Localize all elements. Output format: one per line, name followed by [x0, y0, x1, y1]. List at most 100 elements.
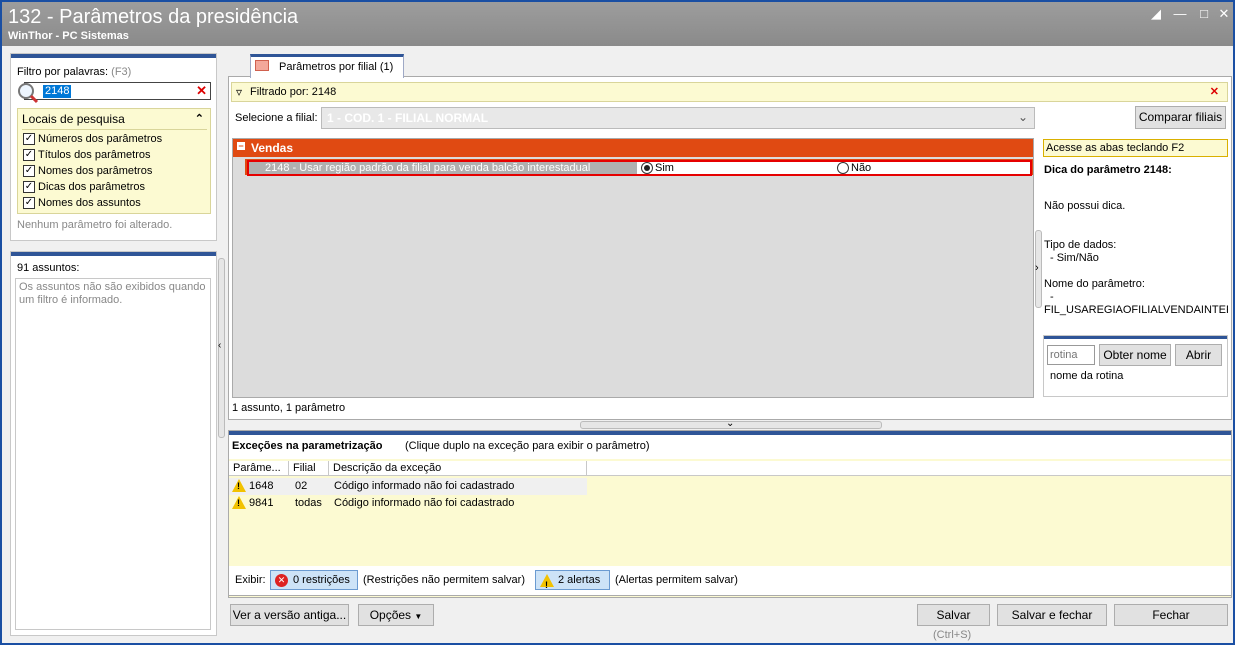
comparar-filiais-button[interactable]: Comparar filiais	[1135, 106, 1226, 129]
checkbox-label: Números dos parâmetros	[38, 133, 163, 145]
collapse-chevron-icon[interactable]: ⌃	[195, 112, 204, 125]
obter-nome-button[interactable]: Obter nome	[1099, 344, 1171, 366]
param-name: 2148 - Usar região padrão da filial para…	[249, 162, 637, 174]
locais-title: Locais de pesquisa	[22, 112, 125, 126]
abrir-button[interactable]: Abrir	[1175, 344, 1222, 366]
folder-icon	[255, 60, 269, 71]
group-title: Vendas	[251, 141, 294, 155]
grid-footer: 1 assunto, 1 parâmetro	[232, 402, 346, 414]
maximize-icon[interactable]: □	[1196, 6, 1212, 22]
error-icon: ✕	[275, 574, 288, 587]
salvar-button[interactable]: Salvar	[917, 604, 990, 626]
salvar-fechar-button[interactable]: Salvar e fechar	[997, 604, 1107, 626]
radio-nao[interactable]	[837, 162, 849, 174]
window-subtitle: WinThor - PC Sistemas	[8, 30, 129, 42]
alertas-toggle[interactable]: ! 2 alertas	[535, 570, 610, 590]
panel-accent-bar	[1044, 336, 1227, 339]
excecoes-header: Exceções na parametrização (Clique duplo…	[229, 431, 1231, 459]
param-row-highlight: 2148 - Usar região padrão da filial para…	[247, 160, 1032, 176]
collapse-left-icon[interactable]: ‹	[218, 340, 221, 351]
checkbox-label: Nomes dos parâmetros	[38, 165, 153, 177]
magnifier-icon	[17, 82, 39, 104]
checkbox-label: Dicas dos parâmetros	[38, 181, 145, 193]
opcoes-label: Opções	[369, 608, 412, 622]
alertas-note: (Alertas permitem salvar)	[615, 574, 738, 586]
checkbox-assuntos[interactable]: ✓	[23, 197, 35, 209]
filial-value: 1 - COD. 1 - FILIAL NORMAL	[327, 111, 489, 125]
excecoes-title: Exceções na parametrização	[232, 440, 383, 452]
clear-filter-bar-icon[interactable]: ✕	[1210, 85, 1219, 98]
ver-versao-antiga-button[interactable]: Ver a versão antiga...	[230, 604, 349, 626]
param-row[interactable]: 2148 - Usar região padrão da filial para…	[245, 159, 1033, 176]
filter-label: Filtro por palavras: (F3)	[17, 66, 132, 78]
dropdown-arrow-icon: ▼	[414, 612, 423, 621]
exibir-label: Exibir:	[235, 574, 266, 586]
col-header-filler	[587, 461, 1231, 476]
filter-input[interactable]: 2148 ✕	[24, 82, 211, 100]
hint-title: Dica do parâmetro 2148:	[1044, 164, 1172, 176]
fechar-button[interactable]: Fechar	[1114, 604, 1228, 626]
radio-nao-label: Não	[851, 162, 872, 174]
opcoes-button[interactable]: Opções ▼	[358, 604, 434, 626]
assuntos-note: Os assuntos não são exibidos quando um f…	[19, 281, 206, 306]
checkbox-titulos[interactable]: ✓	[23, 149, 35, 161]
radio-dot	[644, 165, 650, 171]
checkbox-numeros[interactable]: ✓	[23, 133, 35, 145]
radio-sim[interactable]	[641, 162, 653, 174]
checkbox-nomes[interactable]: ✓	[23, 165, 35, 177]
funnel-icon: ▿	[236, 85, 243, 99]
filial-select[interactable]: 1 - COD. 1 - FILIAL NORMAL ⌄	[321, 107, 1035, 129]
rotina-caption: nome da rotina	[1050, 370, 1124, 382]
exc-param: 1648	[249, 480, 274, 492]
excecoes-footer: Exibir: ✕ 0 restrições (Restrições não p…	[228, 566, 1232, 596]
filter-status-bar: ▿ Filtrado por: 2148 ✕	[231, 82, 1228, 102]
warning-icon: !	[232, 496, 246, 509]
exc-filial: 02	[295, 480, 308, 492]
filter-input-value: 2148	[43, 85, 72, 98]
filial-label: Selecione a filial:	[235, 112, 318, 124]
radio-sim-label: Sim	[655, 162, 674, 174]
table-row[interactable]: ! 9841 todas Código informado não foi ca…	[229, 495, 587, 512]
status-text: Nenhum parâmetro foi alterado.	[17, 219, 173, 231]
restore-icon[interactable]: ◢	[1148, 6, 1164, 22]
col-header-descricao[interactable]: Descrição da exceção	[329, 461, 587, 476]
assuntos-count: 91 assuntos:	[17, 262, 80, 274]
col-header-parametro[interactable]: Parâme...	[229, 461, 289, 476]
exc-filial: todas	[295, 497, 322, 509]
excecoes-subtitle: (Clique duplo na exceção para exibir o p…	[405, 440, 650, 452]
access-hint: Acesse as abas teclando F2	[1043, 139, 1228, 157]
checkbox-label: Nomes dos assuntos	[38, 197, 141, 209]
table-row[interactable]: ! 1648 02 Código informado não foi cadas…	[229, 478, 587, 495]
hint-text: Não possui dica.	[1044, 200, 1126, 212]
tipo-label: Tipo de dados:	[1044, 239, 1117, 251]
nome-dash: -	[1050, 291, 1054, 303]
col-header-filial[interactable]: Filial	[289, 461, 329, 476]
collapse-group-icon[interactable]: −	[237, 142, 245, 151]
panel-accent-bar	[11, 54, 216, 58]
chevron-down-icon: ⌄	[1017, 110, 1028, 124]
restricoes-note: (Restrições não permitem salvar)	[363, 574, 525, 586]
clear-filter-icon[interactable]: ✕	[196, 83, 207, 98]
minimize-icon[interactable]: —	[1172, 6, 1188, 22]
exc-desc: Código informado não foi cadastrado	[334, 480, 515, 492]
nome-value: FIL_USAREGIAOFILIALVENDAINTERES	[1044, 304, 1228, 316]
title-bar: 132 - Parâmetros da presidência WinThor …	[2, 2, 1233, 46]
checkbox-dicas[interactable]: ✓	[23, 181, 35, 193]
param-grid: − Vendas 2148 - Usar região padrão da fi…	[232, 138, 1034, 398]
rotina-panel: Obter nome Abrir nome da rotina	[1043, 335, 1228, 397]
close-window-icon[interactable]: ✕	[1216, 6, 1232, 22]
rotina-input[interactable]	[1047, 345, 1095, 365]
tab-label: Parâmetros por filial (1)	[279, 61, 394, 73]
filter-status-text: Filtrado por: 2148	[250, 86, 337, 98]
panel-accent-bar	[11, 252, 216, 256]
collapse-down-icon[interactable]: ⌄	[726, 418, 734, 429]
divider	[22, 129, 207, 130]
window-title: 132 - Parâmetros da presidência	[8, 6, 299, 28]
restricoes-toggle[interactable]: ✕ 0 restrições	[270, 570, 358, 590]
main-window: 132 - Parâmetros da presidência WinThor …	[0, 0, 1235, 645]
assuntos-list[interactable]: Os assuntos não são exibidos quando um f…	[15, 278, 211, 630]
tab-parametros-filial[interactable]: Parâmetros por filial (1)	[250, 54, 404, 78]
expand-right-icon[interactable]: ›	[1035, 262, 1039, 274]
group-header[interactable]: − Vendas	[233, 139, 1033, 157]
exc-param: 9841	[249, 497, 274, 509]
